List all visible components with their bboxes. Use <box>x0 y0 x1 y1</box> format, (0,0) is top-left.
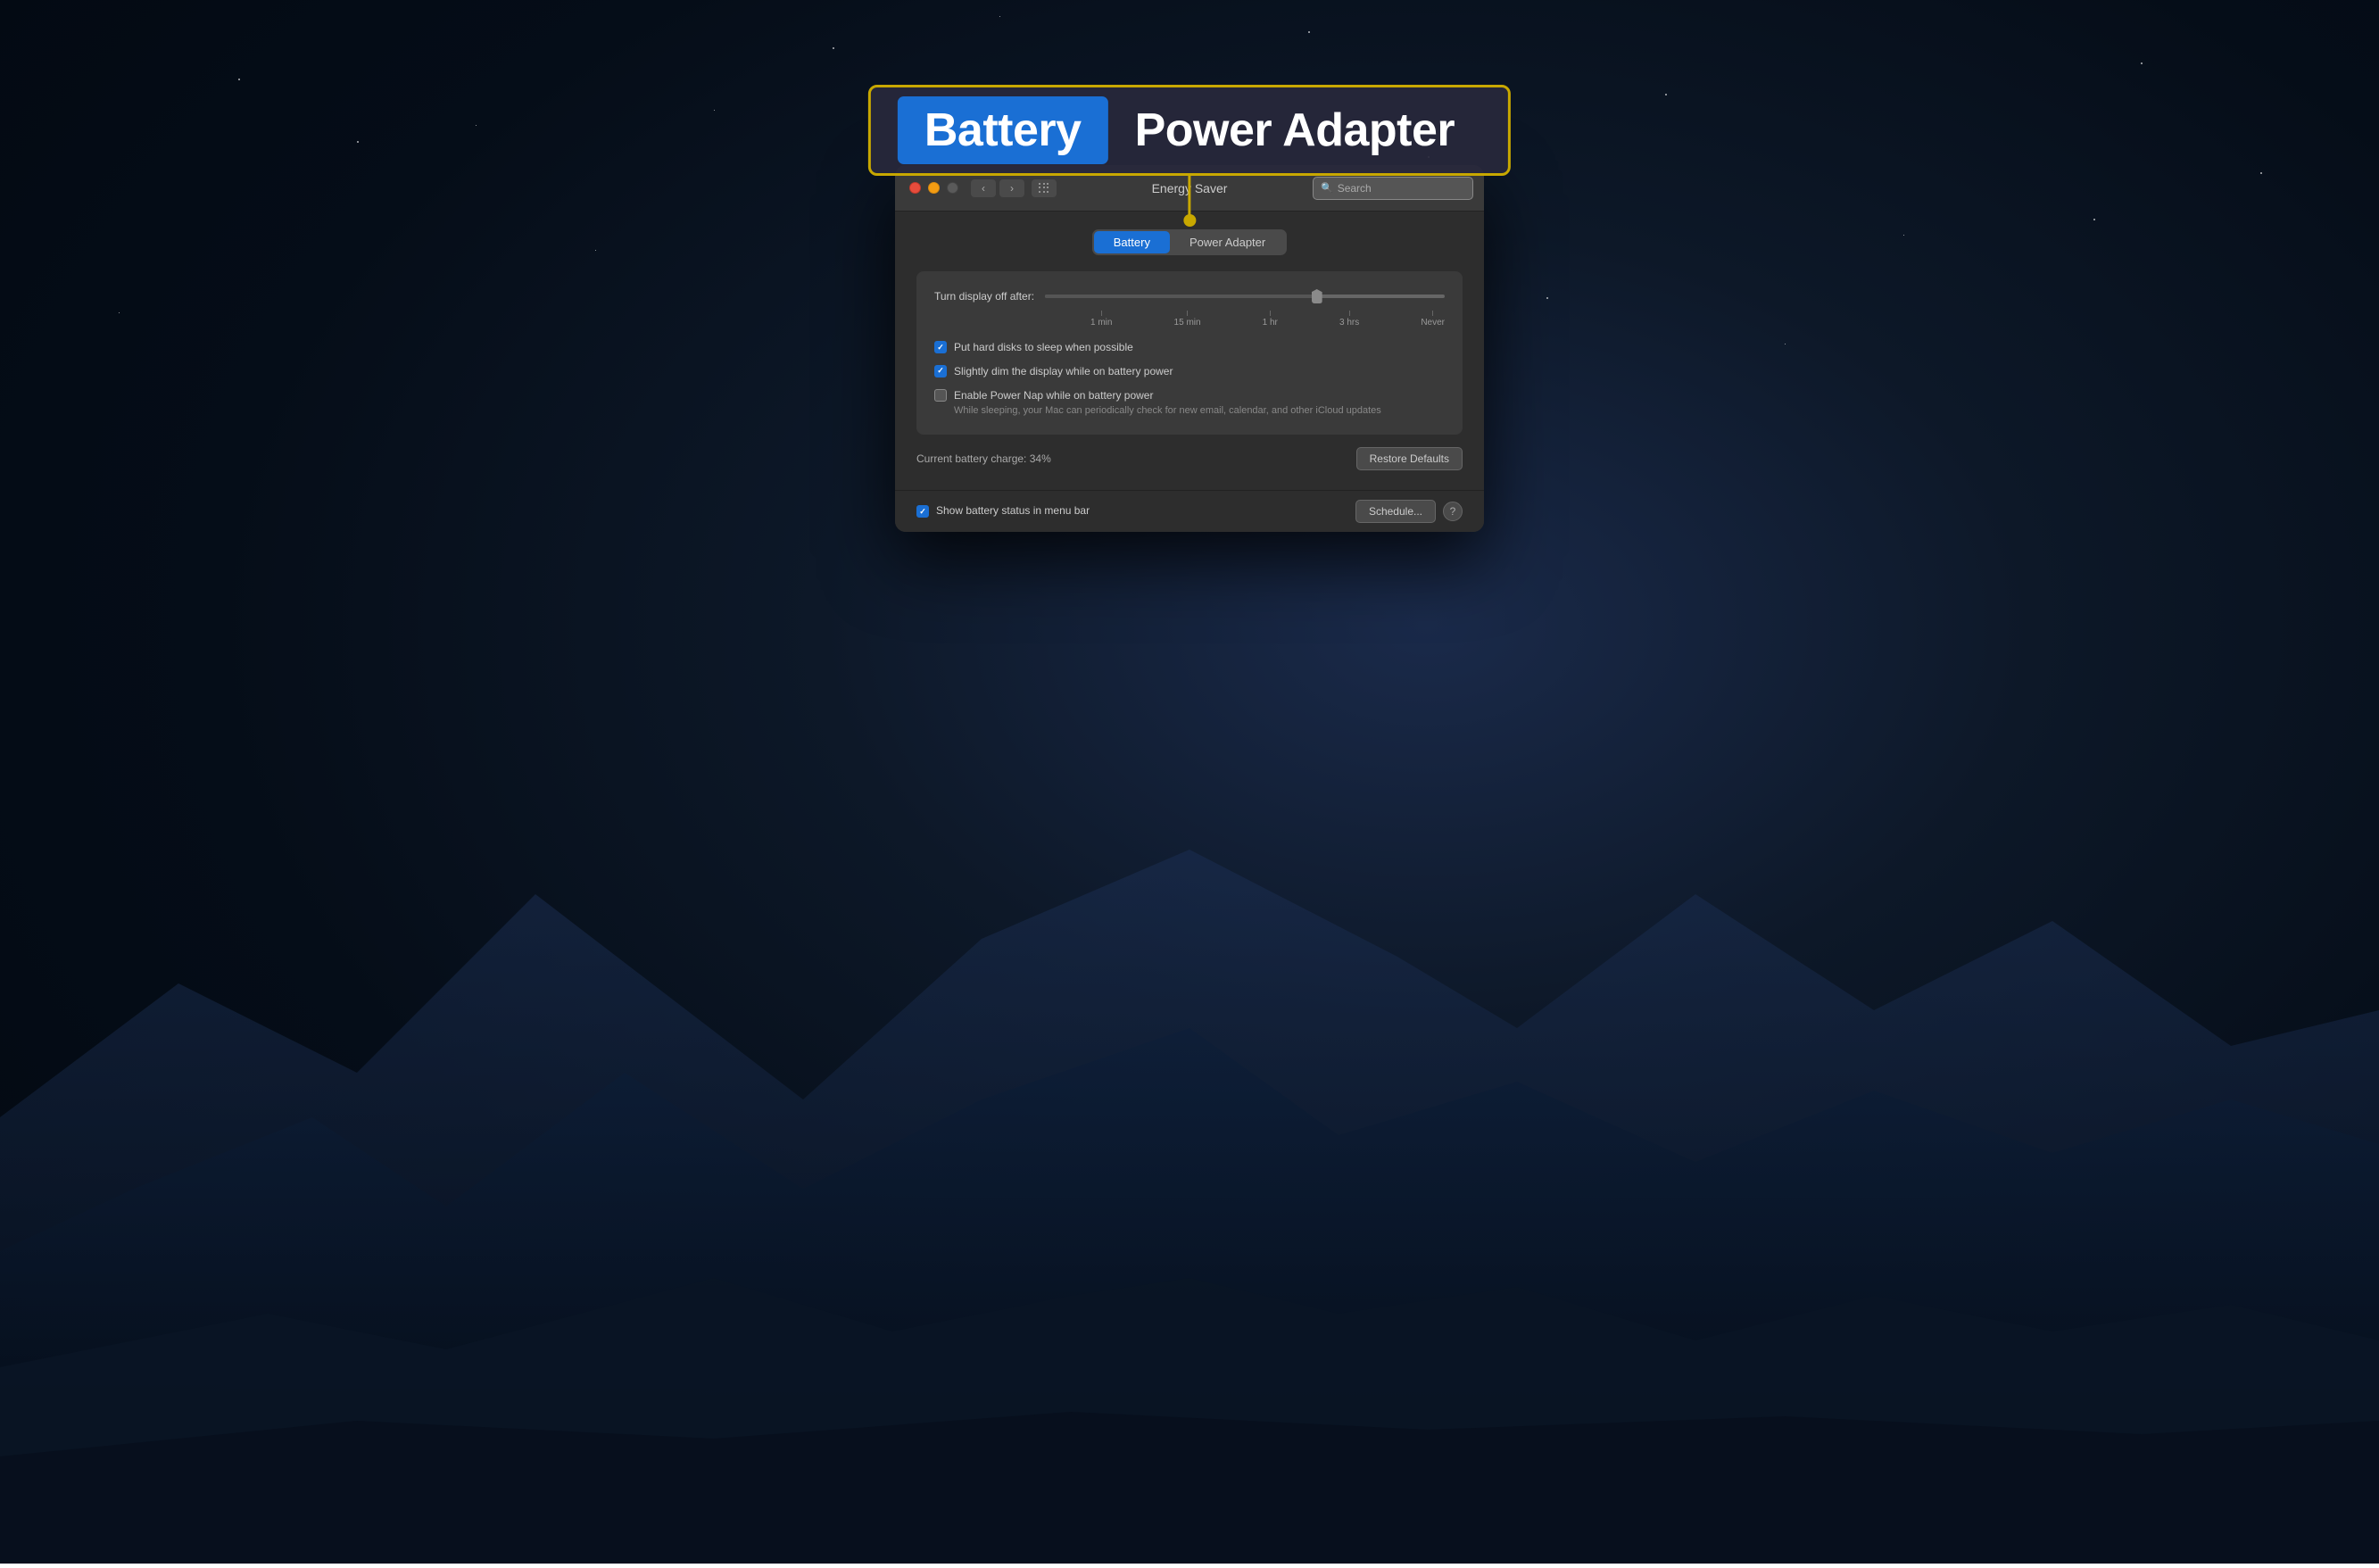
tick-label-1min: 1 min <box>1090 318 1112 328</box>
tick-15min: 15 min <box>1174 311 1201 328</box>
search-placeholder: Search <box>1338 182 1372 195</box>
back-button[interactable]: ‹ <box>971 179 996 197</box>
annotation-adapter-tab: Power Adapter <box>1108 96 1482 164</box>
slider-label: Turn display off after: <box>934 290 1034 303</box>
checkbox-power-nap-label: Enable Power Nap while on battery power <box>954 388 1381 403</box>
slider-thumb-shape <box>1312 289 1322 303</box>
forward-button[interactable]: › <box>999 179 1024 197</box>
annotation-arrow <box>1188 173 1190 220</box>
close-button[interactable] <box>909 182 921 194</box>
tick-line <box>1349 311 1350 316</box>
slider-ticks: 1 min 15 min 1 hr 3 hrs Never <box>1090 311 1445 328</box>
minimize-button[interactable] <box>928 182 940 194</box>
tick-line <box>1432 311 1433 316</box>
tick-never: Never <box>1421 311 1445 328</box>
checkbox-hard-disks-label: Put hard disks to sleep when possible <box>954 340 1133 355</box>
tick-3hrs: 3 hrs <box>1339 311 1359 328</box>
mountain-bg <box>0 760 2379 1564</box>
checkbox-power-nap-sublabel: While sleeping, your Mac can periodicall… <box>954 404 1381 418</box>
tick-line <box>1270 311 1271 316</box>
tick-label-never: Never <box>1421 318 1445 328</box>
tick-line <box>1101 311 1102 316</box>
fullscreen-button[interactable] <box>947 182 958 194</box>
tick-1min: 1 min <box>1090 311 1112 328</box>
restore-defaults-button[interactable]: Restore Defaults <box>1356 447 1463 470</box>
checkbox-hard-disks-label-container: Put hard disks to sleep when possible <box>954 340 1133 355</box>
checkbox-power-nap[interactable] <box>934 389 947 402</box>
slider-fill <box>1045 295 1317 298</box>
tab-power-adapter[interactable]: Power Adapter <box>1170 231 1285 253</box>
nav-buttons: ‹ › <box>971 179 1057 197</box>
search-icon: 🔍 <box>1321 182 1333 194</box>
grid-icon <box>1039 183 1049 194</box>
annotation-highlight: Battery Power Adapter <box>868 85 1511 176</box>
slider-thumb[interactable] <box>1310 287 1324 305</box>
checkbox-power-nap-row: Enable Power Nap while on battery power … <box>934 388 1445 419</box>
check-icon-3: ✓ <box>919 507 926 517</box>
show-battery-label: Show battery status in menu bar <box>936 503 1090 519</box>
right-buttons: Schedule... ? <box>1355 500 1463 523</box>
battery-charge-status: Current battery charge: 34% <box>916 452 1051 465</box>
footer-row: Current battery charge: 34% Restore Defa… <box>916 447 1463 470</box>
checkbox-dim-display-row: ✓ Slightly dim the display while on batt… <box>934 364 1445 379</box>
checkbox-hard-disks[interactable]: ✓ <box>934 341 947 353</box>
window-content: Battery Power Adapter Turn display off a… <box>895 212 1484 490</box>
tab-battery[interactable]: Battery <box>1094 231 1170 253</box>
checkbox-group: ✓ Put hard disks to sleep when possible … <box>934 340 1445 419</box>
tick-line <box>1187 311 1188 316</box>
bottom-bar: ✓ Show battery status in menu bar Schedu… <box>895 490 1484 532</box>
checkbox-power-nap-label-container: Enable Power Nap while on battery power … <box>954 388 1381 419</box>
help-button[interactable]: ? <box>1443 502 1463 521</box>
schedule-button[interactable]: Schedule... <box>1355 500 1436 523</box>
segment-control: Battery Power Adapter <box>916 229 1463 255</box>
search-box[interactable]: 🔍 Search <box>1313 177 1473 200</box>
slider-track <box>1045 295 1445 298</box>
show-battery-row: ✓ Show battery status in menu bar <box>916 503 1090 519</box>
checkbox-show-battery[interactable]: ✓ <box>916 505 929 518</box>
tick-label-1hr: 1 hr <box>1263 318 1278 328</box>
slider-row: Turn display off after: <box>934 287 1445 305</box>
checkbox-dim-display[interactable]: ✓ <box>934 365 947 377</box>
grid-view-button[interactable] <box>1032 179 1057 197</box>
checkbox-dim-display-label: Slightly dim the display while on batter… <box>954 364 1173 379</box>
checkbox-hard-disks-row: ✓ Put hard disks to sleep when possible <box>934 340 1445 355</box>
check-icon-2: ✓ <box>937 366 944 376</box>
traffic-lights <box>909 182 958 194</box>
annotation-battery-tab: Battery <box>898 96 1108 164</box>
segment-wrapper: Battery Power Adapter <box>1092 229 1287 255</box>
check-icon: ✓ <box>937 343 944 353</box>
checkbox-dim-display-label-container: Slightly dim the display while on batter… <box>954 364 1173 379</box>
tick-1hr: 1 hr <box>1263 311 1278 328</box>
slider-container[interactable] <box>1045 287 1445 305</box>
tick-label-15min: 15 min <box>1174 318 1201 328</box>
settings-panel: Turn display off after: 1 min <box>916 271 1463 435</box>
tick-label-3hrs: 3 hrs <box>1339 318 1359 328</box>
